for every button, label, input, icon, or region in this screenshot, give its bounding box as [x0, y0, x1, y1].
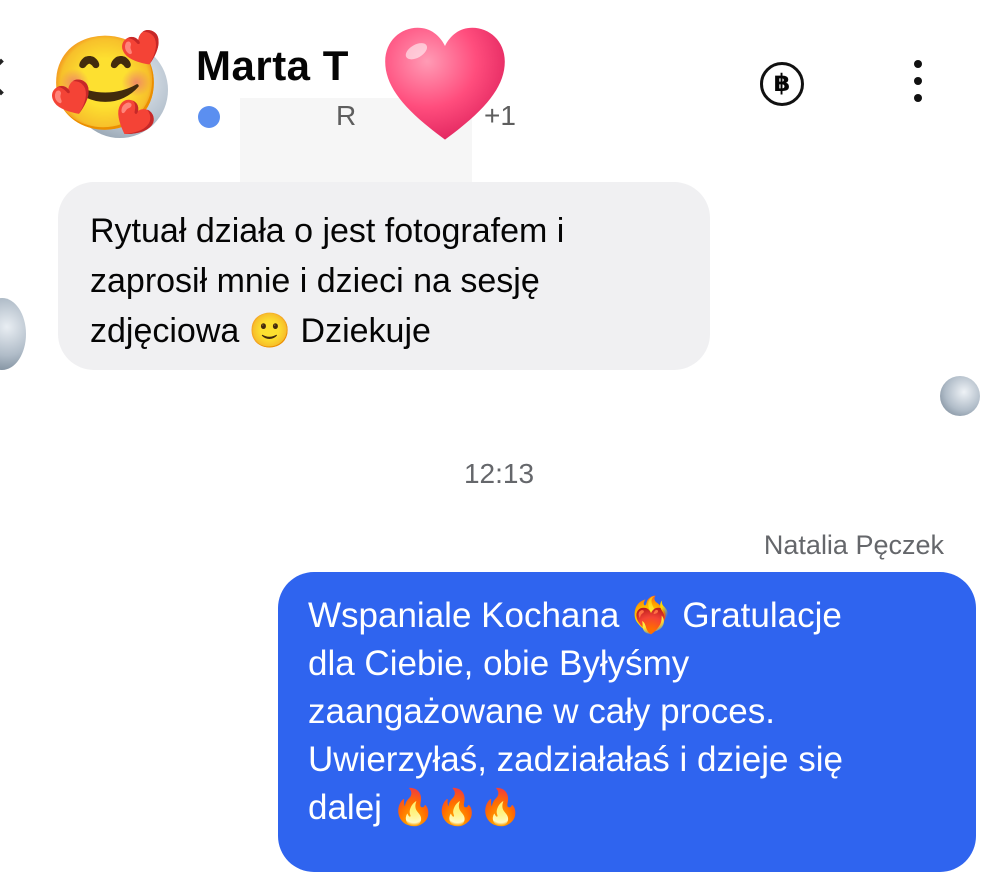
incoming-message-bubble[interactable]: Rytuał działa o jest fotografem i zapros… [58, 182, 710, 370]
sender-avatar [0, 298, 26, 370]
smiling-hearts-emoji-sticker: 🥰 [48, 33, 163, 135]
heart-sticker [385, 27, 505, 140]
currency-icon[interactable]: ฿ [760, 62, 804, 106]
outgoing-message-bubble[interactable]: Wspaniale Kochana ❤️‍🔥 Gratulacje dla Ci… [278, 572, 976, 872]
message-timestamp: 12:13 [463, 458, 535, 489]
incoming-message-text: Rytuał działa o jest fotografem i zapros… [90, 212, 565, 350]
status-text-fragment: R [336, 100, 357, 131]
contact-name[interactable]: Marta T [196, 42, 349, 90]
outgoing-message-text: Wspaniale Kochana ❤️‍🔥 Gratulacje dla Ci… [308, 596, 843, 827]
read-receipt-avatar [940, 376, 980, 416]
status-dot-icon [198, 106, 220, 128]
back-chevron-icon[interactable] [0, 58, 20, 96]
sender-name: Natalia Pęczek [763, 530, 944, 560]
more-options-icon[interactable] [906, 60, 930, 110]
